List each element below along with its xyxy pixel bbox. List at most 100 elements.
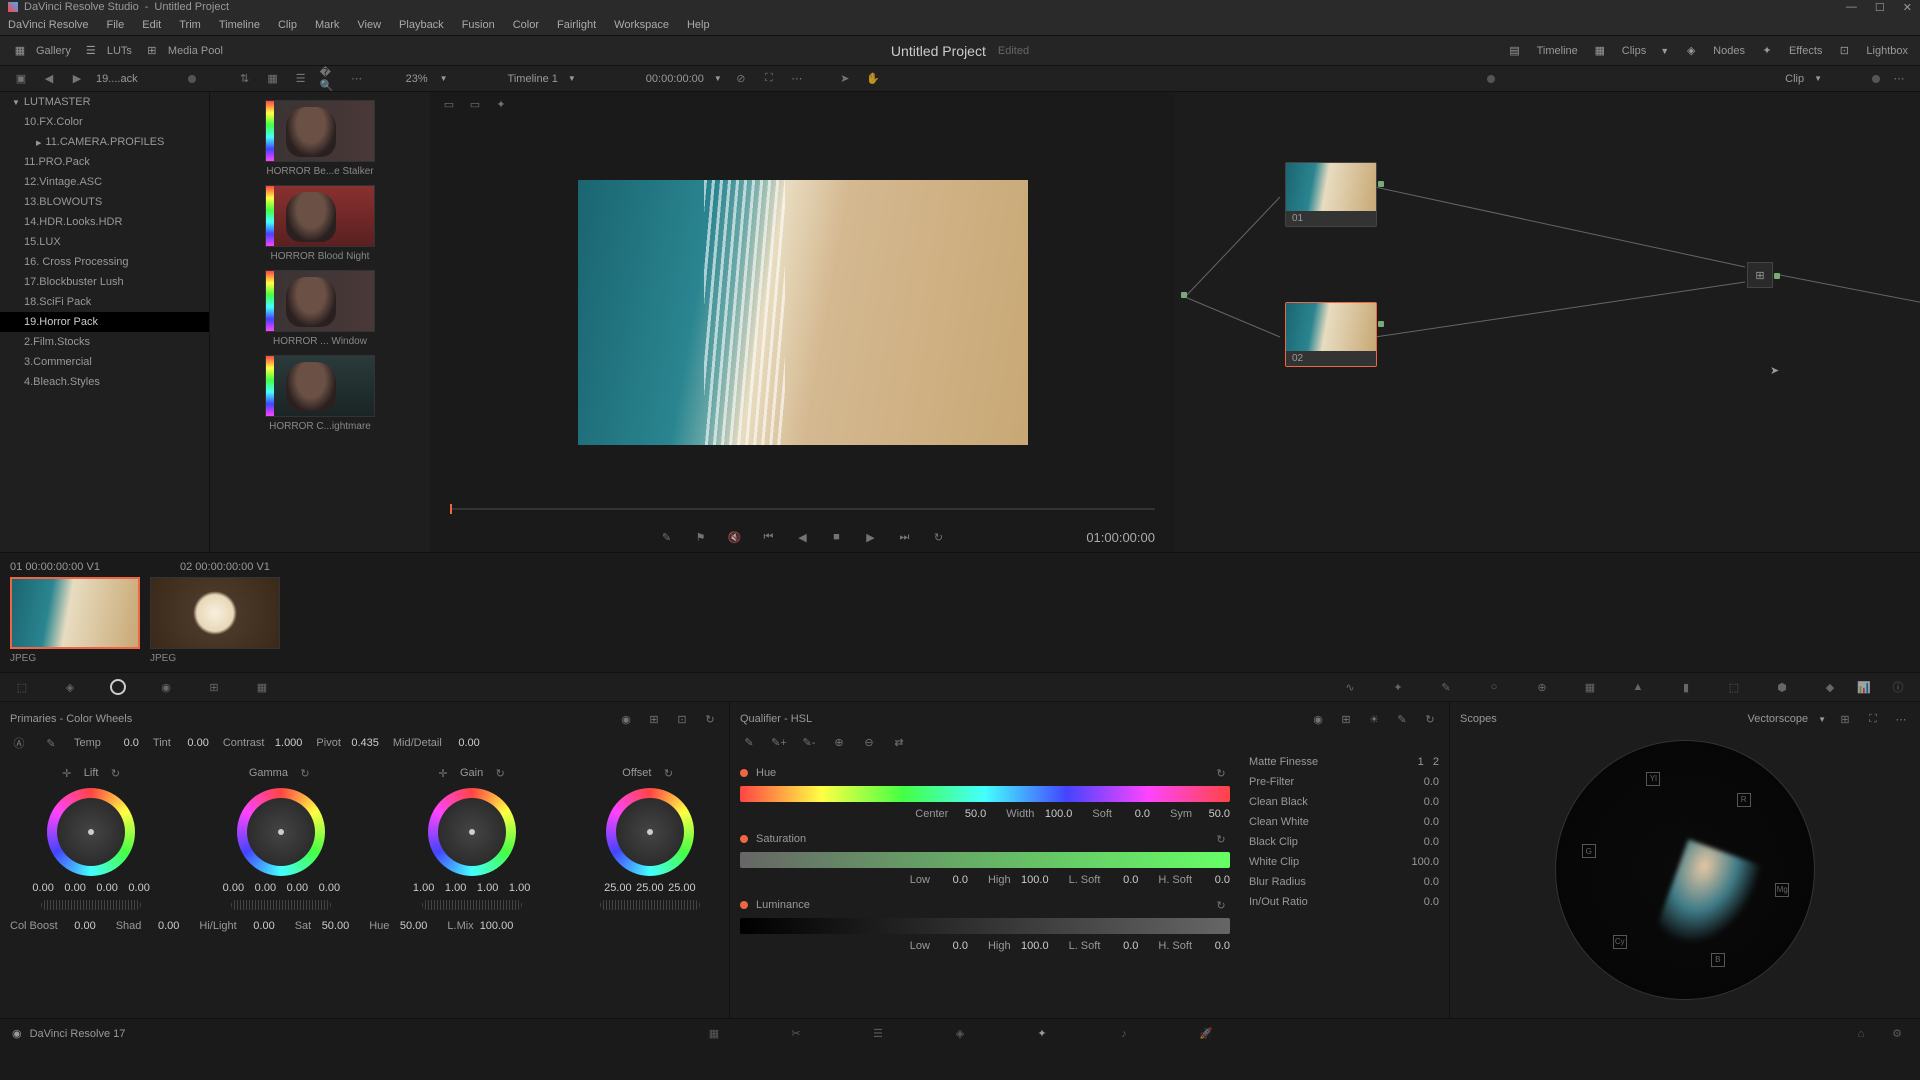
reset-icon[interactable]: ↻ [296,764,314,782]
mediapool-button[interactable]: Media Pool [168,45,223,57]
nodes-icon[interactable]: ◈ [1683,44,1699,58]
fairlight-page-icon[interactable]: ♪ [1113,1023,1135,1045]
chevron-down-icon[interactable]: ▼ [440,74,448,83]
graph-input-icon[interactable] [1181,292,1187,298]
rgb-mode-icon[interactable]: ⊞ [1337,710,1355,728]
wheels-mode-icon[interactable]: ◉ [617,710,635,728]
rgb-mixer-icon[interactable]: ⊞ [204,677,224,697]
media-page-icon[interactable]: ▦ [703,1023,725,1045]
gamma-master[interactable] [231,900,331,910]
info-icon[interactable]: ⓘ [1888,677,1908,697]
chevron-down-icon[interactable]: ▼ [714,74,722,83]
scope-opt2-icon[interactable]: ⛶ [1864,710,1882,728]
tree-item[interactable]: 18.SciFi Pack [0,292,209,312]
expand-icon[interactable]: ⛶ [760,70,778,88]
tree-item[interactable]: 17.Blockbuster Lush [0,272,209,292]
maximize-icon[interactable]: ☐ [1875,1,1885,14]
wand-icon[interactable]: ✦ [492,95,510,113]
timeline-button[interactable]: Timeline [1537,45,1578,57]
hsl-mode-icon[interactable]: ◉ [1309,710,1327,728]
tree-item[interactable]: 12.Vintage.ASC [0,172,209,192]
chevron-down-icon[interactable]: ▼ [1814,74,1822,83]
loop-icon[interactable]: ↻ [930,528,948,546]
gallery-icon[interactable]: ▦ [12,44,28,58]
offset-master[interactable] [600,900,700,910]
matte-tab-2[interactable]: 2 [1433,756,1439,768]
sat-bar[interactable] [740,852,1230,868]
tree-item[interactable]: 14.HDR.Looks.HDR [0,212,209,232]
breadcrumb[interactable]: 19....ack [96,73,138,85]
tree-item[interactable]: 11.PRO.Pack [0,152,209,172]
contrast-value[interactable]: 1.000 [270,737,302,749]
blur-icon[interactable]: ▲ [1628,677,1648,697]
menu-clip[interactable]: Clip [278,19,297,31]
lut-item[interactable]: HORROR C...ightmare [218,355,422,432]
reset-icon[interactable]: ↻ [491,764,509,782]
clips-icon[interactable]: ▦ [1592,44,1608,58]
timeline-selector[interactable]: Timeline 1 [508,73,558,85]
middetail-value[interactable]: 0.00 [448,737,480,749]
more-icon[interactable]: ⋯ [1892,710,1910,728]
menu-edit[interactable]: Edit [142,19,161,31]
wheels-icon[interactable] [108,677,128,697]
offset-wheel[interactable] [606,788,694,876]
more-icon[interactable]: ⋯ [788,70,806,88]
gain-wheel[interactable] [428,788,516,876]
reset-icon[interactable]: ↻ [1212,764,1230,782]
tree-item[interactable]: 4.Bleach.Styles [0,372,209,392]
matte-tab-1[interactable]: 1 [1418,756,1424,768]
timeline-icon[interactable]: ▤ [1507,44,1523,58]
hand-icon[interactable]: ✋ [864,70,882,88]
effects-icon[interactable]: ✦ [1759,44,1775,58]
node-01[interactable]: 01 [1285,162,1377,227]
luts-button[interactable]: LUTs [107,45,132,57]
clip-selector[interactable]: Clip [1785,73,1804,85]
minimize-icon[interactable]: — [1846,1,1857,14]
deliver-page-icon[interactable]: 🚀 [1195,1023,1217,1045]
temp-value[interactable]: 0.0 [107,737,139,749]
window-icon[interactable]: ○ [1484,677,1504,697]
viewer-mode2-icon[interactable]: ▭ [466,95,484,113]
search-icon[interactable]: �🔍 [320,70,338,88]
scope-type[interactable]: Vectorscope [1748,713,1809,725]
reset-icon[interactable]: ↻ [106,764,124,782]
menu-file[interactable]: File [107,19,125,31]
lift-wheel[interactable] [47,788,135,876]
lift-master[interactable] [41,900,141,910]
lum-toggle[interactable] [740,901,748,909]
menu-timeline[interactable]: Timeline [219,19,260,31]
lut-item[interactable]: HORROR ... Window [218,270,422,347]
tree-item[interactable]: 2.Film.Stocks [0,332,209,352]
viewer-mode1-icon[interactable]: ▭ [440,95,458,113]
clips-button[interactable]: Clips [1622,45,1646,57]
picker-icon[interactable]: ✎ [42,734,60,752]
feather-sub-icon[interactable]: ⊖ [860,733,878,751]
key-icon[interactable]: ▮ [1676,677,1696,697]
tracker-icon[interactable]: ⊕ [1532,677,1552,697]
menu-help[interactable]: Help [687,19,710,31]
reset-icon[interactable]: ↻ [701,710,719,728]
menu-fusion[interactable]: Fusion [462,19,495,31]
scrub-bar[interactable] [430,508,1175,522]
cut-page-icon[interactable]: ✂ [785,1023,807,1045]
last-frame-icon[interactable]: ⏭ [896,528,914,546]
sizing-icon[interactable]: ⬚ [1724,677,1744,697]
zoom-level[interactable]: 23% [406,73,428,85]
close-icon[interactable]: ✕ [1903,1,1912,14]
effects-button[interactable]: Effects [1789,45,1822,57]
mediapool-icon[interactable]: ⊞ [144,44,160,58]
pointer-icon[interactable]: ➤ [836,70,854,88]
layer-mixer[interactable]: ⊞ [1747,262,1773,288]
scope-opt1-icon[interactable]: ⊞ [1836,710,1854,728]
tint-value[interactable]: 0.00 [177,737,209,749]
chevron-down-icon[interactable]: ▼ [1660,46,1669,56]
nodes-button[interactable]: Nodes [1713,45,1745,57]
nav-back-icon[interactable]: ◀ [40,70,58,88]
clip-thumb-2[interactable]: JPEG [150,577,280,664]
bars-mode-icon[interactable]: ⊞ [645,710,663,728]
lightbox-icon[interactable]: ⊡ [1836,44,1852,58]
edit-page-icon[interactable]: ☰ [867,1023,889,1045]
menu-view[interactable]: View [357,19,381,31]
menu-color[interactable]: Color [513,19,539,31]
menu-fairlight[interactable]: Fairlight [557,19,596,31]
